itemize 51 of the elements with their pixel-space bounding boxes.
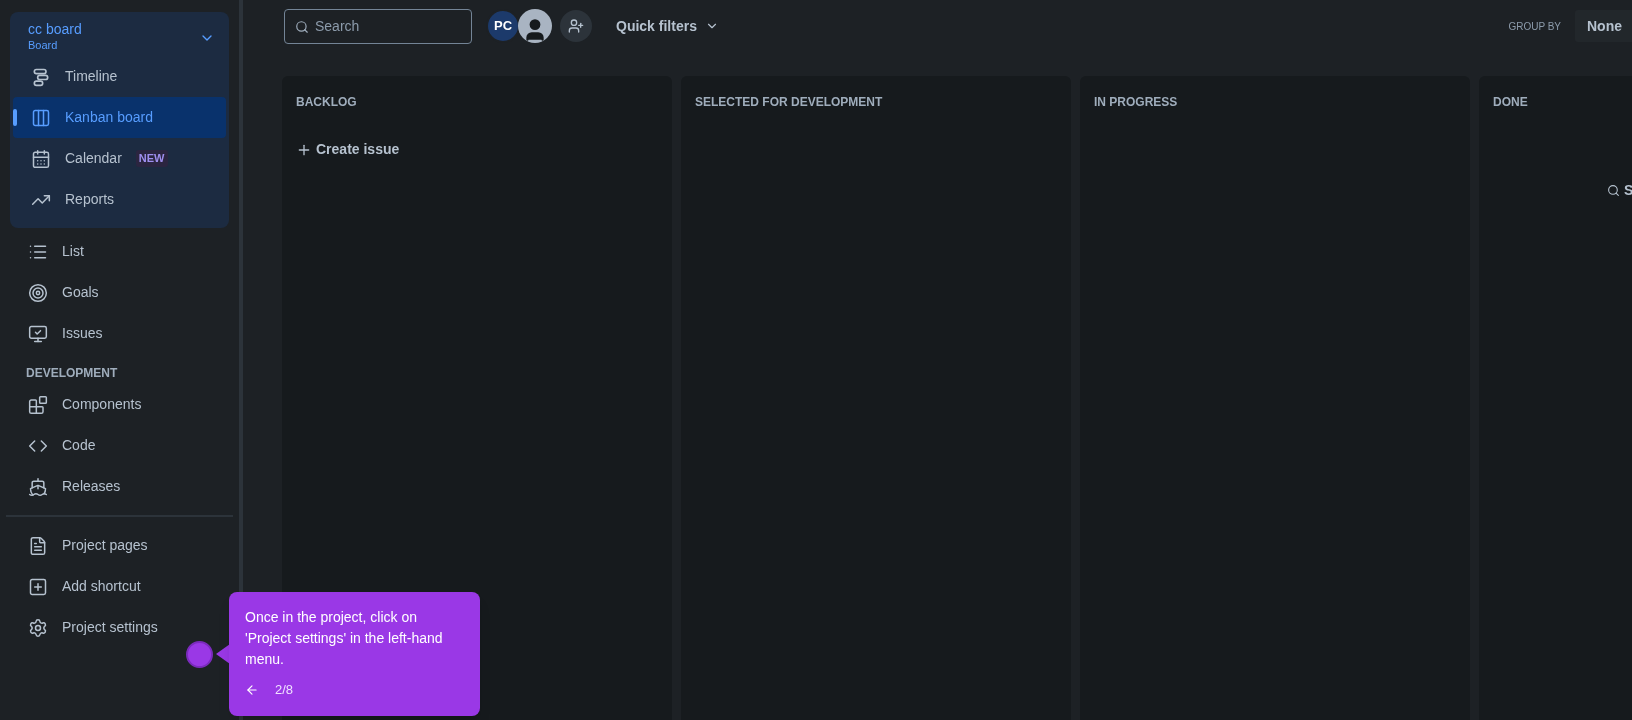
step-counter: 2/8 — [275, 681, 294, 699]
group-by-label: GROUP BY — [1508, 19, 1561, 34]
user-avatar[interactable]: PC — [486, 9, 520, 43]
create-issue-button[interactable]: Create issue — [296, 139, 400, 160]
planning-item[interactable]: Reports — [13, 179, 226, 220]
box-icon — [28, 394, 48, 415]
project-switcher[interactable]: cc board Board — [10, 12, 229, 56]
monitor-icon — [28, 323, 48, 344]
nav-item[interactable]: Project settings — [0, 607, 239, 648]
columns-icon — [31, 107, 51, 128]
section-heading: DEVELOPMENT — [25, 365, 119, 382]
calendar-icon — [31, 148, 51, 169]
quick-filters-button[interactable]: Quick filters — [616, 15, 719, 37]
item-label: Kanban board — [65, 108, 153, 127]
nav-item[interactable]: Goals — [0, 272, 239, 313]
project-name: cc board — [28, 20, 82, 38]
user-avatar[interactable] — [518, 9, 552, 43]
page-icon — [28, 535, 48, 556]
add-people-button[interactable] — [560, 10, 592, 42]
planning-item[interactable]: Timeline — [13, 56, 226, 97]
column-title: SELECTED FOR DEVELOPMENT — [695, 94, 884, 111]
nav-item[interactable]: Add shortcut — [0, 566, 239, 607]
settings-icon — [28, 617, 48, 638]
nav-item[interactable]: Releases — [0, 466, 239, 507]
search-icon — [1607, 184, 1620, 197]
add-icon — [28, 576, 48, 597]
search-field[interactable]: Search — [284, 8, 472, 44]
search-icon — [295, 19, 309, 34]
nav-item[interactable]: Issues — [0, 313, 239, 354]
nav-item[interactable]: Components — [0, 384, 239, 425]
item-label: Calendar — [65, 149, 122, 168]
timeline-icon — [31, 66, 51, 87]
project-subtitle: Board — [28, 38, 59, 52]
column-title: BACKLOG — [296, 94, 358, 111]
ship-icon — [28, 476, 48, 497]
tooltip-text: Once in the project, click on 'Project settings' in the left-hand menu. — [245, 608, 444, 669]
cut-off-label[interactable]: S — [1607, 180, 1632, 201]
planning-item[interactable]: Calendar NEW — [13, 138, 226, 179]
nav-item[interactable]: List — [0, 231, 239, 272]
target-icon — [28, 282, 48, 303]
nav-item[interactable]: Code — [0, 425, 239, 466]
new-badge: NEW — [135, 150, 168, 167]
nav-item[interactable]: Project pages — [0, 525, 239, 566]
selection-indicator — [13, 109, 17, 126]
item-label: Reports — [65, 190, 115, 209]
column-title: IN PROGRESS — [1094, 94, 1179, 111]
item-label: Timeline — [65, 67, 118, 86]
add-person-icon — [568, 18, 584, 34]
planning-item[interactable]: Kanban board — [13, 97, 226, 138]
group-by-dropdown[interactable]: None — [1575, 10, 1632, 42]
column-title: DONE — [1493, 94, 1529, 111]
